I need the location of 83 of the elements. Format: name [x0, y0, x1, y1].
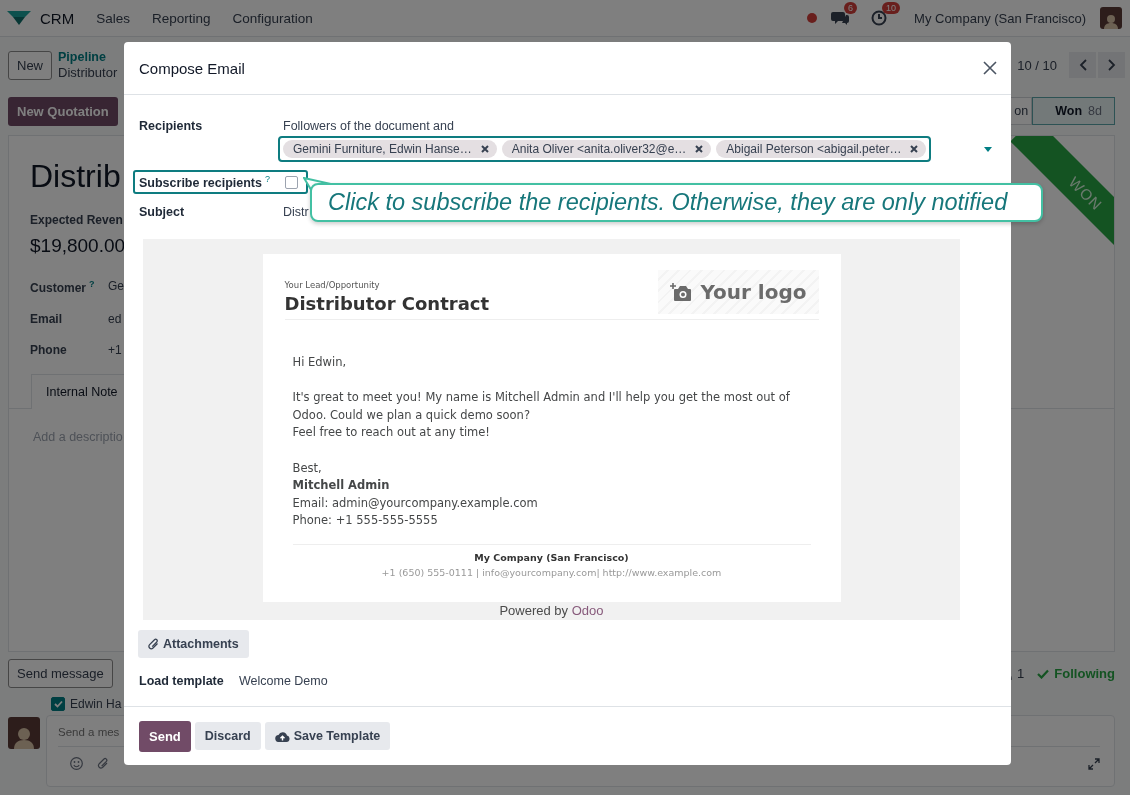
field-label: Email	[30, 312, 63, 326]
status-dot	[807, 13, 817, 23]
chat-icon[interactable]	[831, 10, 849, 26]
check-icon	[53, 700, 63, 708]
field-label: Load template	[139, 674, 225, 688]
following-button[interactable]: Following	[1037, 666, 1115, 681]
person-silhouette-icon	[1103, 13, 1119, 29]
caret-icon[interactable]	[984, 146, 992, 152]
close-button[interactable]	[982, 60, 998, 76]
paperclip-icon[interactable]	[97, 757, 109, 770]
send-message-button[interactable]: Send message	[8, 659, 113, 688]
subject-value: Distr	[283, 205, 309, 219]
field-label: Customer $^{?}$	[30, 279, 96, 295]
subscribe-checkbox[interactable]	[285, 175, 298, 189]
menu-item[interactable]: Sales	[96, 10, 130, 26]
check-icon	[1037, 668, 1050, 679]
template-value[interactable]: Welcome Demo	[239, 674, 328, 688]
recipient-tag[interactable]: Anita Oliver <anita.oliver32@e…	[501, 140, 712, 158]
dialog-button[interactable]: Discard	[194, 722, 261, 750]
send-button[interactable]: Send	[139, 720, 191, 752]
recipients-field[interactable]: Gemini Furniture, Edwin Hanse… Anita Oliver <anita.oliver32@e… Abigail Peterson <abigail.peter…	[278, 136, 932, 162]
stage-button[interactable]: Won 8d	[1032, 97, 1115, 125]
pager-counter: 10 / 10	[1017, 57, 1057, 73]
field-label: Expected Reven	[30, 213, 123, 227]
paperclip-icon	[148, 638, 159, 650]
field-value: +1	[108, 343, 122, 357]
field-label: Subject	[139, 205, 186, 219]
remove-icon[interactable]	[910, 145, 919, 153]
field-value: ed	[108, 312, 122, 326]
recipient-name: Edwin Ha	[70, 697, 122, 711]
recipient-tag[interactable]: Gemini Furniture, Edwin Hanse…	[283, 140, 497, 158]
field-value: Ge	[108, 279, 124, 295]
next-button[interactable]	[1098, 52, 1125, 78]
menu-item[interactable]: Reporting	[151, 10, 211, 26]
logo-text: Your logo	[700, 280, 807, 304]
recipient-tag[interactable]: Abigail Peterson <abigail.peter…	[716, 140, 927, 158]
previous-button[interactable]	[1069, 52, 1096, 78]
activity-count-badge: 10	[882, 2, 901, 14]
close-icon	[982, 60, 998, 76]
record-title: Distrib	[30, 158, 121, 195]
chevron-right-icon	[1107, 59, 1116, 71]
company-name[interactable]: My Company (San Francisco)	[914, 10, 1086, 26]
remove-icon[interactable]	[695, 145, 704, 153]
app-name[interactable]: CRM	[40, 9, 75, 27]
chevron-left-icon	[1078, 59, 1087, 71]
footer-contact: +1 (650) 555-0111 | info@yourcompany.com| http://www.example.com	[380, 565, 723, 580]
message-count-badge: 6	[844, 2, 858, 14]
new-button[interactable]: New	[8, 50, 52, 80]
menu-item[interactable]: Configuration	[232, 10, 313, 26]
signature-phone: Phone: +1 555-555-5555	[292, 512, 439, 530]
recipients-intro: Followers of the document and	[283, 119, 455, 133]
attachments-button[interactable]: Attachments	[138, 630, 249, 658]
breadcrumb-link[interactable]: Pipeline	[58, 49, 118, 65]
crm-logo-icon[interactable]	[6, 10, 32, 26]
tab[interactable]: Internal Note	[31, 374, 125, 409]
remove-icon[interactable]	[480, 145, 489, 153]
follower-count[interactable]: 1	[1017, 666, 1025, 681]
expand-icon[interactable]	[1088, 757, 1100, 770]
recipient-checkbox[interactable]	[51, 697, 65, 711]
cloud-upload-icon	[274, 730, 290, 742]
field-label: Recipients	[139, 119, 204, 135]
camera-icon	[670, 282, 693, 302]
person-silhouette-icon	[12, 725, 36, 749]
dialog-title: Compose Email	[139, 59, 245, 77]
powered-by-text: Powered by Odoo	[499, 603, 604, 618]
email-closing: Best,	[292, 459, 323, 477]
emoji-icon[interactable]	[70, 757, 83, 770]
signature-name: Mitchell Admin	[292, 477, 391, 495]
email-text: It's great to meet you! My name is Mitchell Admin and I'll help you get the most out of Odoo. Could we plan a quick demo soon?	[292, 389, 791, 424]
record-name: Distributor	[58, 65, 118, 81]
clock-icon[interactable]	[871, 10, 888, 26]
email-heading: Distributor Contract	[284, 293, 490, 314]
dialog-button[interactable]: Save Template	[264, 722, 391, 750]
new-quotation-button[interactable]: New Quotation	[8, 96, 118, 126]
email-text: Feel free to reach out at any time!	[292, 424, 491, 442]
field-label: Phone	[30, 343, 68, 357]
footer-company: My Company (San Francisco)	[473, 550, 630, 565]
revenue-value: $19,800.00	[30, 235, 126, 257]
user-avatar[interactable]	[1100, 7, 1122, 29]
signature-email: Email: admin@yourcompany.example.com	[292, 494, 539, 512]
field-label: Subscribe recipients $^{?}$	[139, 173, 271, 191]
email-greeting: Hi Edwin,	[292, 354, 348, 371]
email-kicker: Your Lead/Opportunity	[284, 280, 381, 290]
